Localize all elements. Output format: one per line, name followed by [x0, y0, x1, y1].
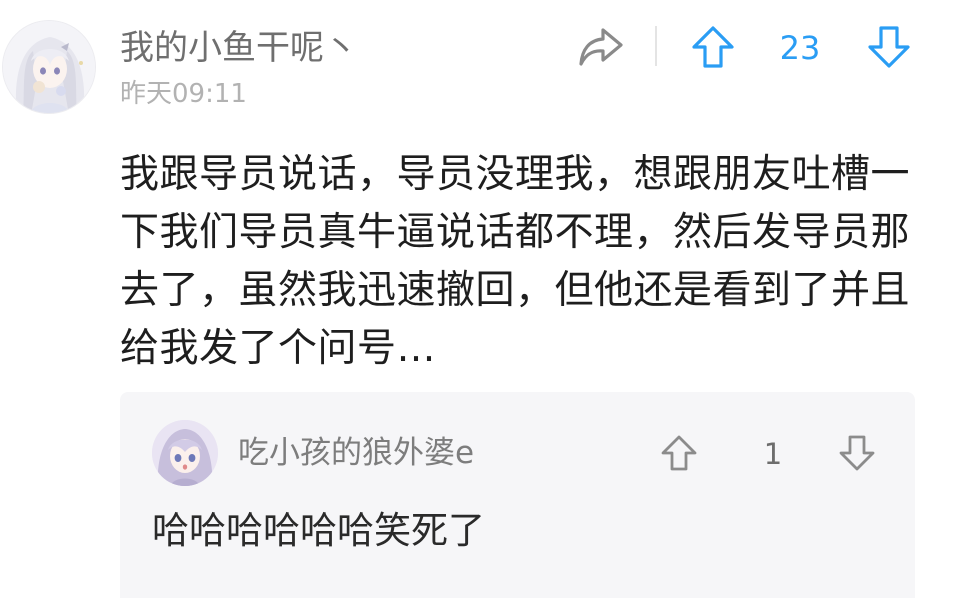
avatar-illustration — [3, 21, 95, 113]
arrow-up-icon — [692, 26, 734, 68]
author-name[interactable]: 我的小鱼干呢丶 — [120, 26, 358, 70]
arrow-up-icon — [661, 435, 697, 471]
reply-avatar[interactable] — [152, 420, 218, 486]
reply-vote-count: 1 — [763, 437, 783, 471]
downvote-button[interactable] — [866, 24, 912, 70]
reply-upvote-button[interactable] — [660, 434, 698, 472]
reply-card[interactable]: 吃小孩的狼外婆e 1 哈哈哈哈哈哈笑死了 — [120, 392, 915, 598]
post-time: 昨天09:11 — [120, 79, 247, 109]
reply-author-name[interactable]: 吃小孩的狼外婆e — [238, 432, 474, 474]
arrow-down-icon — [868, 26, 910, 68]
comment-text: 我跟导员说话，导员没理我，想跟朋友吐槽一下我们导员真牛逼说话都不理，然后发导员那… — [120, 152, 911, 371]
reply-avatar-illustration — [152, 420, 218, 486]
divider — [655, 26, 657, 66]
arrow-down-icon — [839, 435, 875, 471]
comment-page: 我的小鱼干呢丶 昨天09:11 23 我跟导员说话，导员没理我，想跟朋友吐槽一下… — [0, 0, 960, 598]
upvote-button[interactable] — [690, 24, 736, 70]
share-button[interactable] — [576, 24, 626, 70]
reply-text: 哈哈哈哈哈哈笑死了 — [152, 509, 485, 552]
share-icon — [579, 28, 623, 66]
vote-count: 23 — [779, 29, 821, 67]
avatar[interactable] — [2, 20, 96, 114]
reply-downvote-button[interactable] — [838, 434, 876, 472]
